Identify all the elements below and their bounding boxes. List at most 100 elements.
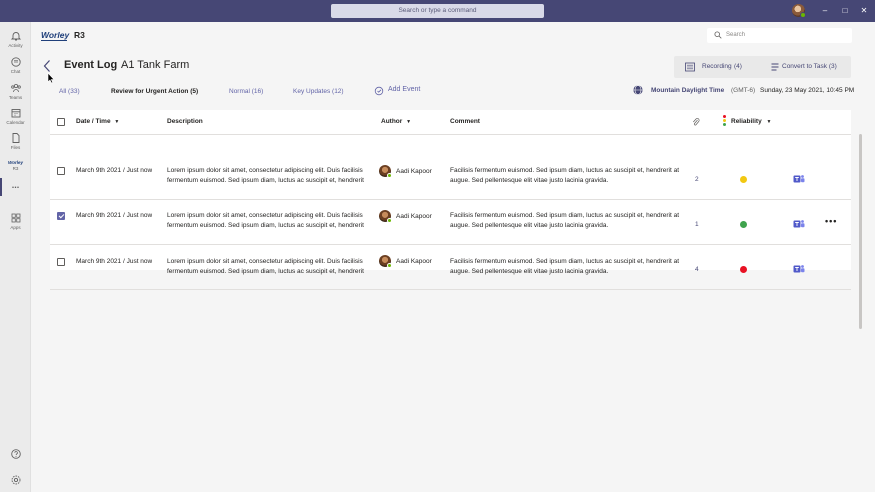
rail-label: Teams [8, 95, 23, 100]
globe-icon [633, 85, 643, 95]
task-icon [771, 63, 779, 71]
files-icon [12, 133, 19, 143]
search-input[interactable]: Search [707, 28, 852, 43]
recording-button[interactable]: Recording (4) [684, 56, 764, 78]
current-datetime: Sunday, 23 May 2021, 10:45 PM [760, 87, 855, 94]
more-apps-icon[interactable]: ... [0, 180, 31, 190]
row-description-line: fermentum euismod. Sed ipsum diam, luctu… [167, 222, 364, 229]
row-comment-line: Facilisis fermentum euismod. Sed ipsum d… [450, 212, 680, 219]
column-description-header: Description [167, 118, 203, 125]
row-description: Lorem ipsum dolor sit amet, consectetur … [167, 257, 367, 279]
column-comment-header: Comment [450, 118, 480, 125]
row-description-line: fermentum euismod. Sed ipsum diam, luctu… [167, 268, 364, 275]
rail-label: Apps [10, 225, 21, 230]
page-subtitle: A1 Tank Farm [121, 59, 190, 71]
rail-item-activity[interactable]: Activity [0, 30, 31, 48]
rail-label: Chat [10, 69, 21, 74]
row-comment-line: augue. Sed pellentesque elit vitae justo… [450, 177, 609, 184]
attachment-count[interactable]: 2 [695, 176, 699, 183]
tab-all[interactable]: All (33) [59, 88, 80, 95]
row-checkbox[interactable] [57, 258, 65, 266]
teams-icon[interactable] [793, 264, 805, 274]
teams-icon[interactable] [793, 174, 805, 184]
main-panel: Worley R3 Search Event Log A1 Tank Farm … [31, 22, 875, 492]
row-comment: Facilisis fermentum euismod. Sed ipsum d… [450, 211, 685, 233]
column-reliability-header[interactable]: Reliability ▼ [731, 110, 771, 134]
more-options-button[interactable]: ••• [825, 216, 837, 226]
teams-icon [10, 84, 21, 93]
settings-icon [11, 475, 20, 485]
row-divider [50, 289, 851, 290]
tab-normal[interactable]: Normal (16) [229, 88, 263, 95]
command-search-input[interactable]: Search or type a command [331, 4, 544, 18]
row-divider [50, 244, 851, 245]
presence-status-icon [387, 173, 392, 178]
column-date-label: Date / Time [76, 118, 111, 125]
row-comment: Facilisis fermentum euismod. Sed ipsum d… [450, 166, 685, 188]
row-description: Lorem ipsum dolor sit amet, consectetur … [167, 166, 367, 188]
timezone-offset: (GMT-6) [731, 87, 756, 94]
maximize-button[interactable]: □ [839, 5, 851, 17]
presence-status-icon [800, 12, 806, 18]
row-divider [50, 199, 851, 200]
tab-all-label: All [59, 88, 67, 95]
row-comment-line: Facilisis fermentum euismod. Sed ipsum d… [450, 258, 680, 265]
settings-button[interactable] [0, 474, 31, 486]
select-all-checkbox[interactable] [57, 118, 65, 126]
recording-count: (4) [734, 63, 742, 70]
rail-item-teams[interactable]: Teams [0, 82, 31, 100]
row-date: March 9th 2021 / Just now [76, 167, 153, 174]
attachment-count[interactable]: 1 [695, 221, 699, 228]
rail-item-chat[interactable]: Chat [0, 56, 31, 74]
column-author-header[interactable]: Author ▼ [381, 110, 411, 134]
back-arrow-icon[interactable] [42, 59, 52, 73]
row-checkbox[interactable] [57, 167, 65, 175]
attachment-count[interactable]: 4 [695, 266, 699, 273]
row-date: March 9th 2021 / Just now [76, 258, 153, 265]
row-checkbox[interactable] [57, 212, 65, 220]
worley-logo: Worley [8, 160, 23, 165]
tab-normal-label: Normal [229, 88, 250, 95]
tab-review-urgent[interactable]: Review for Urgent Action (5) [111, 88, 198, 95]
event-log-table: Date / Time ▼ Description Author ▼ Comme… [50, 110, 851, 290]
rail-item-apps[interactable]: Apps [0, 212, 31, 230]
help-icon [10, 449, 21, 459]
row-comment-line: Facilisis fermentum euismod. Sed ipsum d… [450, 167, 680, 174]
recording-icon [685, 62, 695, 72]
add-event-icon [374, 86, 384, 96]
mouse-cursor-icon [47, 72, 55, 84]
tab-review-urgent-label: Review for Urgent Action (5) [111, 88, 199, 95]
row-description-line: Lorem ipsum dolor sit amet, consectetur … [167, 212, 363, 219]
author-name: Aadi Kapoor [396, 258, 432, 265]
rail-item-worley[interactable]: Worley R3 [0, 159, 31, 171]
timezone-name: Mountain Daylight Time [651, 87, 725, 94]
tab-all-count: (33) [68, 88, 80, 95]
column-reliability-label: Reliability [731, 118, 762, 125]
tab-key-updates[interactable]: Key Updates (12) [293, 88, 344, 95]
row-description-line: Lorem ipsum dolor sit amet, consectetur … [167, 258, 363, 265]
close-button[interactable]: ✕ [858, 5, 870, 17]
reliability-legend-icon [723, 115, 726, 128]
minimize-button[interactable]: – [819, 5, 831, 17]
row-comment: Facilisis fermentum euismod. Sed ipsum d… [450, 257, 685, 279]
calendar-icon [11, 109, 20, 118]
convert-to-task-button[interactable]: Convert to Task (3) [769, 56, 849, 78]
tab-key-updates-label: Key Updates [293, 88, 331, 95]
teams-icon[interactable] [793, 219, 805, 229]
sort-down-icon: ▼ [766, 119, 772, 125]
presence-status-icon [387, 263, 392, 268]
bell-icon [10, 32, 21, 41]
rail-item-calendar[interactable]: Calendar [0, 107, 31, 125]
column-date-header[interactable]: Date / Time ▼ [76, 110, 119, 134]
rail-item-files[interactable]: Files [0, 132, 31, 150]
row-description-line: fermentum euismod. Sed ipsum diam, luctu… [167, 177, 364, 184]
search-icon [714, 31, 722, 39]
author-name: Aadi Kapoor [396, 168, 432, 175]
sort-down-icon: ▼ [406, 119, 412, 125]
worley-brand: Worley [41, 30, 70, 40]
reliability-indicator [740, 266, 747, 273]
help-button[interactable] [0, 448, 31, 460]
add-event-label: Add Event [388, 86, 421, 93]
table-scrollbar[interactable] [859, 134, 862, 329]
brand-underline [41, 40, 67, 41]
